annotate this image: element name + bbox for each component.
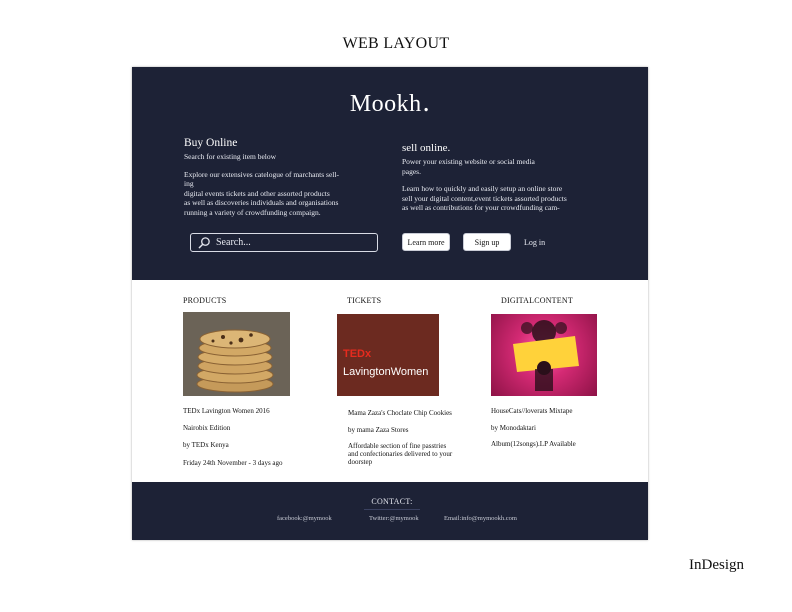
buy-desc-line: as well as discoveries individuals and o… bbox=[184, 198, 339, 207]
tickets-heading: TICKETS bbox=[347, 296, 382, 305]
ticket-vendor: by mama Zaza Stores bbox=[348, 426, 409, 434]
ticket-title: Mama Zaza's Choclate Chip Cookies bbox=[348, 409, 452, 417]
sell-line: Learn how to quickly and easily setup an… bbox=[402, 184, 563, 193]
contact-facebook-link[interactable]: facebook:@mymook bbox=[277, 515, 332, 522]
buy-online-subtitle: Search for existing item below bbox=[184, 152, 277, 161]
buy-online-column: Buy Online Search for existing item belo… bbox=[184, 137, 374, 217]
product-edition: Nairobix Edition bbox=[183, 424, 231, 432]
brand-logo[interactable]: Mookh. bbox=[132, 87, 648, 119]
cookies-image[interactable] bbox=[183, 312, 290, 396]
contact-twitter-link[interactable]: Twitter:@mymook bbox=[369, 515, 419, 522]
sell-online-column: sell online. Power your existing website… bbox=[402, 142, 602, 213]
mixtape-album-image[interactable] bbox=[491, 314, 597, 396]
products-heading: PRODUCTS bbox=[183, 296, 227, 305]
sign-up-button[interactable]: Sign up bbox=[463, 233, 511, 251]
search-box[interactable] bbox=[190, 233, 378, 252]
contact-email-link[interactable]: Email:info@mymookh.com bbox=[444, 515, 517, 522]
digital-artist: by Monodaktari bbox=[491, 424, 536, 432]
buy-online-title: Buy Online bbox=[184, 137, 238, 149]
buy-desc-line: ing bbox=[184, 179, 194, 188]
buy-desc-line: Explore our extensives catelogue of marc… bbox=[184, 169, 339, 179]
digital-content-heading: DIGITALCONTENT bbox=[501, 296, 573, 305]
product-organizer: by TEDx Kenya bbox=[183, 441, 229, 449]
sell-line: pages. bbox=[402, 166, 421, 176]
sell-online-title: sell online. bbox=[402, 142, 451, 154]
ted-event-name: LavingtonWomen bbox=[343, 366, 429, 378]
log-in-link[interactable]: Log in bbox=[524, 238, 545, 247]
brand-dot: . bbox=[422, 87, 431, 118]
buy-desc-line: running a variety of crowdfunding compai… bbox=[184, 207, 321, 217]
sell-line: as well as contributions for your crowdf… bbox=[402, 203, 560, 212]
brand-name: Mookh bbox=[349, 91, 422, 117]
ticket-desc-line: doorstep bbox=[348, 458, 373, 466]
sell-line: Power your existing website or social me… bbox=[402, 157, 535, 166]
contact-heading: CONTACT: bbox=[364, 497, 420, 510]
search-input[interactable] bbox=[216, 237, 366, 248]
buy-desc-line: digital events tickets and other assorte… bbox=[184, 188, 330, 198]
search-icon bbox=[198, 237, 210, 249]
sell-line: sell your digital content,event tickets … bbox=[402, 193, 567, 203]
listings-section: PRODUCTS TICKETS DIGITALCONTENT TEDx Lav… bbox=[132, 280, 648, 482]
ted-lavington-women-image[interactable]: TEDx LavingtonWomen bbox=[337, 314, 439, 396]
digital-format: Album(12songs).LP Available bbox=[491, 440, 576, 448]
page-heading: WEB LAYOUT bbox=[342, 35, 450, 52]
ted-mark: TEDx bbox=[343, 348, 372, 360]
digital-title: HouseCats//loverats Mixtape bbox=[491, 407, 573, 415]
ted-logo: TEDx LavingtonWomen bbox=[343, 344, 428, 380]
learn-more-button[interactable]: Learn more bbox=[402, 233, 450, 251]
web-layout-frame: Mookh. Buy Online Search for existing it… bbox=[132, 67, 648, 540]
hero-section: Mookh. Buy Online Search for existing it… bbox=[132, 67, 648, 280]
product-date: Friday 24th November - 3 days ago bbox=[183, 459, 283, 467]
product-title: TEDx Lavington Women 2016 bbox=[183, 407, 270, 415]
indesign-label: InDesign bbox=[689, 557, 744, 573]
cookie-stack-illustration bbox=[183, 312, 290, 396]
footer: CONTACT: facebook:@mymook Twitter:@mymoo… bbox=[132, 482, 648, 540]
album-art-illustration bbox=[513, 320, 579, 391]
